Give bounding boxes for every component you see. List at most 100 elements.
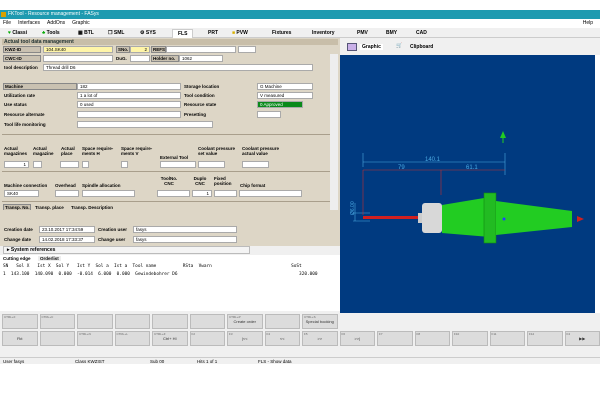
tab-prt[interactable]: PRT	[208, 29, 218, 38]
tool-graphic-canvas[interactable]: 140.1 79 61.1 Ø6.00	[340, 55, 595, 313]
actual-magazine-field[interactable]	[33, 161, 42, 168]
tool-life-field[interactable]	[77, 121, 213, 128]
tab-sml[interactable]: ❐ SML	[108, 29, 124, 38]
toolbar-button-row2-2[interactable]	[39, 331, 75, 346]
toolbar-button-row1-8[interactable]	[264, 314, 300, 329]
cwc-id-field[interactable]	[43, 55, 113, 62]
tab-graphic[interactable]: Graphic	[360, 44, 383, 50]
actual-magazines-field[interactable]: 1	[4, 161, 29, 168]
fixed-position-field[interactable]	[214, 190, 237, 197]
toolbar-button-row1-1[interactable]: CTRL+F	[2, 314, 38, 329]
tab-clipboard[interactable]: Clipboard	[410, 44, 433, 50]
shortcut-key: CTRL+F	[4, 315, 16, 319]
application-window: FKTool - Resource management - FASys Fil…	[0, 10, 600, 364]
resource-state-field[interactable]: 0 Approved	[257, 101, 303, 108]
system-references-expander[interactable]: ▸ System references	[3, 246, 250, 254]
menu-interfaces[interactable]: Interfaces	[18, 20, 40, 26]
toolbar-button-row1-5[interactable]	[152, 314, 188, 329]
toolbar-button-row2-6[interactable]: F2	[189, 331, 225, 346]
shortcut-key: CTRL+P	[229, 315, 241, 319]
tab-cutting-edge[interactable]: Cutting edge	[3, 256, 31, 261]
condition-field[interactable]: V measured	[257, 92, 313, 99]
refs-extra-field[interactable]	[238, 46, 256, 53]
toolbar-button-row2-5[interactable]: CTRL+Z Ctrl+ Hl	[152, 331, 188, 346]
coolant-actual-field[interactable]	[242, 161, 269, 168]
description-field[interactable]: Thread drill D6	[43, 64, 313, 71]
shortcut-key: F4	[566, 332, 571, 336]
coolant-set-field[interactable]	[198, 161, 225, 168]
menu-file[interactable]: File	[3, 20, 11, 26]
menu-help[interactable]: Help	[583, 19, 593, 28]
creation-user-field[interactable]: fasys	[133, 226, 237, 233]
toolbar-button-row2-10[interactable]: F6 >>|	[339, 331, 375, 346]
toolbar-button-row2-14[interactable]: F11	[489, 331, 525, 346]
menu-addons[interactable]: AddOns	[47, 20, 65, 26]
refs-field[interactable]	[166, 46, 236, 53]
tab-fls[interactable]: FLS	[172, 29, 194, 38]
toolbar-button-row1-9[interactable]: CTRL+S Special booking	[302, 314, 338, 329]
tab-fixtures[interactable]: Fixtures	[272, 29, 291, 38]
machine-connection-field[interactable]: SK40	[4, 190, 39, 197]
button-label	[266, 315, 300, 319]
toolbar-button-row2-13[interactable]: F10	[452, 331, 488, 346]
toolbar-button-row2-15[interactable]: F12	[527, 331, 563, 346]
dug-field[interactable]	[130, 55, 150, 62]
toolbar-button-row1-2[interactable]: CTRL+C	[39, 314, 75, 329]
sno-field[interactable]: 2	[130, 46, 150, 53]
presetting-field[interactable]	[257, 111, 281, 118]
toolno-cnc-field[interactable]	[157, 190, 190, 197]
change-user-field[interactable]: fasys	[133, 236, 237, 243]
use-status-field[interactable]: 0 used	[77, 101, 181, 108]
use-status-label: Use status	[4, 102, 27, 107]
duplo-cnc-field[interactable]: 1	[192, 190, 212, 197]
dimension-total: 140.1	[425, 157, 441, 163]
toolbar-button-row1-4[interactable]	[114, 314, 150, 329]
external-tool-field[interactable]	[160, 161, 196, 168]
tab-pmv[interactable]: PMV	[357, 29, 368, 38]
toolbar-button-row1-3[interactable]	[77, 314, 113, 329]
vertical-scrollbar[interactable]	[330, 54, 338, 220]
chip-format-field[interactable]	[239, 190, 302, 197]
toolbar-button-row1-6[interactable]	[189, 314, 225, 329]
kwz-id-field[interactable]: 104.SK40	[43, 46, 113, 53]
tab-tools[interactable]: ♣ Tools	[42, 29, 60, 38]
spindle-allocation-field[interactable]	[82, 190, 135, 197]
actual-place-field[interactable]	[60, 161, 79, 168]
toolbar-button-row2-1[interactable]: Fkt	[2, 331, 38, 346]
tab-inventory[interactable]: Inventory	[312, 29, 335, 38]
overhead-field[interactable]	[55, 190, 79, 197]
tab-btl[interactable]: ▦ BTL	[78, 29, 94, 38]
tab-bmy[interactable]: BMY	[386, 29, 397, 38]
toolbar-button-row2-16[interactable]: F4 ▶▶	[564, 331, 600, 346]
utilization-field[interactable]: 1 a lot of	[77, 92, 181, 99]
actual-magazines-label: Actual magazines	[4, 146, 28, 156]
holder-field[interactable]: 1062	[179, 55, 223, 62]
toolbar-button-row2-8[interactable]: F4 <<	[264, 331, 300, 346]
tab-classi[interactable]: ♥ Classi	[8, 29, 27, 38]
tab-orderlist[interactable]: Orderlist	[38, 256, 61, 261]
change-date-field[interactable]: 14.02.2018 17:33:37	[39, 236, 95, 243]
toolbar-button-row2-4[interactable]: CTRL+L	[114, 331, 150, 346]
button-label: Fkt	[16, 336, 23, 341]
toolbar-button-row2-12[interactable]: F8	[414, 331, 450, 346]
audit-panel: Creation date 23.10.2017 17:34:59 Creati…	[0, 210, 340, 246]
storage-field[interactable]: G Machine	[257, 83, 313, 90]
status-hits: Hits 1 of 1	[197, 359, 218, 364]
creation-date-field[interactable]: 23.10.2017 17:34:59	[39, 226, 95, 233]
toolbar-button-row2-3[interactable]: CTRL+N	[77, 331, 113, 346]
tab-cad[interactable]: CAD	[416, 29, 427, 38]
toolbar-button-row2-11[interactable]: F7	[377, 331, 413, 346]
toolbar-button-row1-7[interactable]: CTRL+P Create order	[227, 314, 263, 329]
space-h-field[interactable]	[82, 161, 89, 168]
space-v-field[interactable]	[121, 161, 128, 168]
resource-alternate-field[interactable]	[77, 111, 181, 118]
menu-graphic[interactable]: Graphic	[72, 20, 90, 26]
toolbar-button-row2-9[interactable]: F5 >>	[302, 331, 338, 346]
toolbar-button-row2-7[interactable]: F3 |<<	[227, 331, 263, 346]
machine-field[interactable]: 182	[77, 83, 181, 90]
tab-pvw[interactable]: ■ PVW	[232, 29, 248, 38]
button-label	[116, 315, 150, 319]
coolant-actual-label: Coolant pressure actual value	[242, 146, 280, 156]
tab-sys[interactable]: ⚙ SYS	[140, 29, 156, 38]
table-row[interactable]: 1 143.100 140.090 0.000 -0.014 6.000 0.0…	[3, 272, 318, 277]
